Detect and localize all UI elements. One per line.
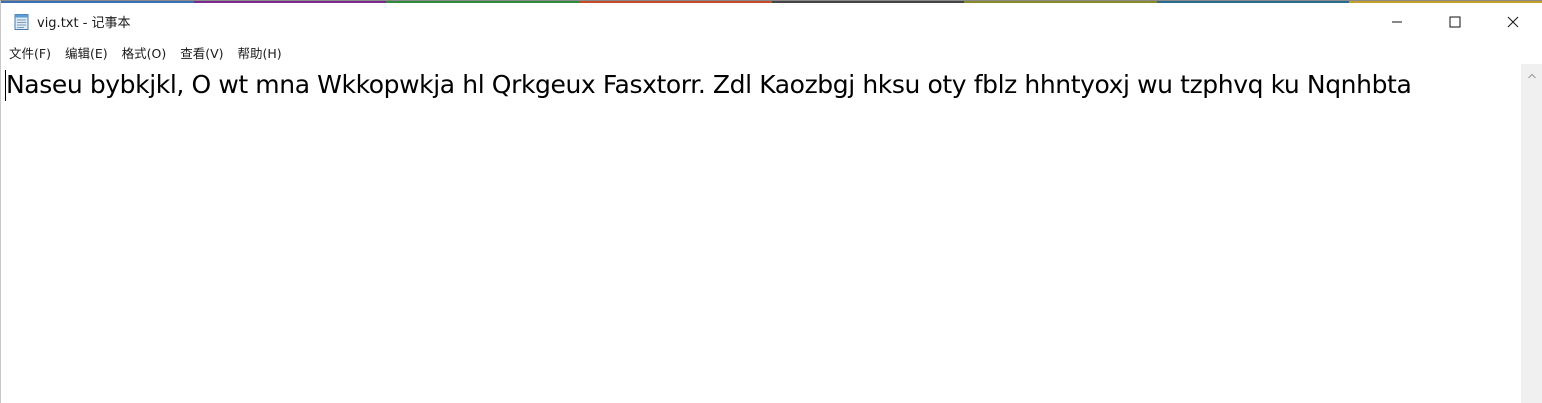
window-title: vig.txt - 记事本: [37, 16, 131, 31]
vertical-scrollbar[interactable]: [1521, 64, 1542, 403]
menu-bar: 文件(F) 编辑(E) 格式(O) 查看(V) 帮助(H): [1, 40, 1542, 64]
notepad-window: vig.txt - 记事本 文件(F) 编辑(E) 格式(O) 查看(V) 帮助…: [0, 0, 1542, 403]
chevron-up-icon: [1527, 65, 1537, 84]
scroll-up-button[interactable]: [1521, 64, 1542, 85]
maximize-button[interactable]: [1426, 3, 1484, 40]
title-bar[interactable]: vig.txt - 记事本: [1, 3, 1542, 40]
minimize-icon: [1391, 16, 1403, 28]
menu-file[interactable]: 文件(F): [2, 41, 58, 64]
menu-view[interactable]: 查看(V): [173, 41, 230, 64]
notepad-icon: [13, 13, 31, 31]
menu-format[interactable]: 格式(O): [115, 41, 174, 64]
text-editor-area[interactable]: Naseu bybkjkl, O wt mna Wkkopwkja hl Qrk…: [1, 64, 1521, 403]
maximize-icon: [1449, 16, 1461, 28]
close-icon: [1507, 16, 1519, 28]
menu-edit[interactable]: 编辑(E): [58, 41, 115, 64]
menu-help[interactable]: 帮助(H): [231, 41, 289, 64]
editor-content: Naseu bybkjkl, O wt mna Wkkopwkja hl Qrk…: [6, 70, 1412, 99]
minimize-button[interactable]: [1368, 3, 1426, 40]
caption-buttons: [1368, 3, 1542, 40]
close-button[interactable]: [1484, 3, 1542, 40]
